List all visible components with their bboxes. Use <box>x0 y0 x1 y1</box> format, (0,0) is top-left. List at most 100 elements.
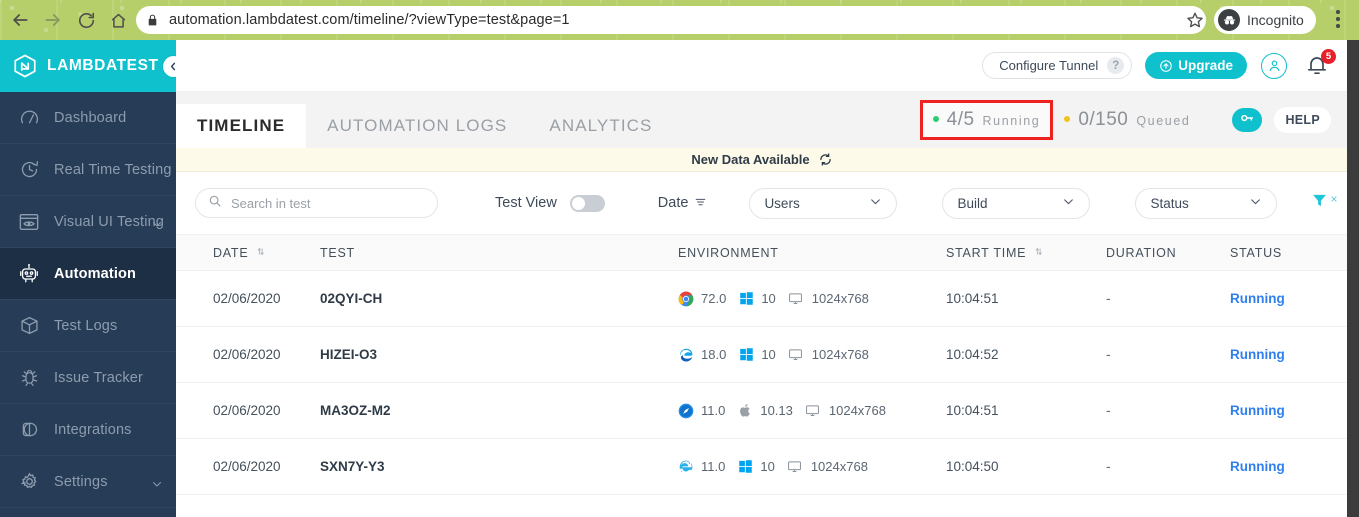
upgrade-button[interactable]: Upgrade <box>1145 52 1247 79</box>
sidebar-item-settings[interactable]: Settings <box>0 456 176 508</box>
date-sort-control[interactable]: Date <box>658 195 708 212</box>
column-header-date[interactable]: DATE <box>176 246 320 260</box>
home-icon[interactable] <box>106 8 130 32</box>
configure-tunnel-button[interactable]: Configure Tunnel ? <box>982 52 1133 79</box>
tab-timeline[interactable]: TIMELINE <box>176 104 307 148</box>
upgrade-label: Upgrade <box>1178 58 1233 73</box>
search-input[interactable] <box>231 195 425 211</box>
speedometer-icon <box>16 105 42 131</box>
url-text: automation.lambdatest.com/timeline/?view… <box>169 12 570 28</box>
clear-filters-x: × <box>1330 192 1338 206</box>
key-icon <box>1239 110 1255 131</box>
help-question-icon[interactable]: ? <box>1107 57 1125 74</box>
cell-status[interactable]: Running <box>1230 291 1340 306</box>
cell-test-name[interactable]: SXN7Y-Y3 <box>320 459 678 474</box>
status-badge-running[interactable]: 4/5 Running <box>919 100 1054 140</box>
cell-status[interactable]: Running <box>1230 403 1340 418</box>
cell-start-time: 10:04:51 <box>946 403 999 418</box>
incognito-label: Incognito <box>1247 12 1304 28</box>
brand-header: LAMBDATEST <box>0 40 184 92</box>
sidebar-item-real-time-testing[interactable]: Real Time Testing <box>0 144 176 196</box>
table-header-row: DATE TEST ENVIRONMENT START TIME DURATIO… <box>176 234 1347 271</box>
chevron-down-icon <box>1062 195 1075 211</box>
funnel-icon <box>1311 192 1328 214</box>
chevron-down-icon[interactable] <box>151 217 163 235</box>
upload-circle-icon <box>1159 59 1173 73</box>
sidebar-item-issue-tracker[interactable]: Issue Tracker <box>0 352 176 404</box>
windows-icon <box>738 291 754 307</box>
queued-count: 0/150 <box>1078 109 1129 130</box>
bug-icon <box>16 365 42 391</box>
cell-environment: 72.0 10 1024x768 <box>678 291 946 307</box>
cell-date: 02/06/2020 <box>213 347 281 362</box>
forward-arrow-icon[interactable] <box>41 8 65 32</box>
status-summary-group: 4/5 Running 0/150 Queued HELP <box>919 92 1331 148</box>
date-label: Date <box>657 195 689 211</box>
cell-date: 02/06/2020 <box>213 291 281 306</box>
tab-automation-logs[interactable]: AUTOMATION LOGS <box>306 104 528 148</box>
chevron-down-icon[interactable] <box>151 477 163 495</box>
sidebar-item-automation[interactable]: Automation <box>0 248 176 300</box>
robot-icon <box>16 261 42 287</box>
queued-dot-icon <box>1064 116 1071 122</box>
cell-duration: - <box>1106 403 1111 418</box>
browser-version: 18.0 <box>701 347 727 362</box>
column-header-start-time[interactable]: START TIME <box>946 246 1106 260</box>
status-filter-select[interactable]: Status <box>1135 187 1278 219</box>
sidebar-item-integrations[interactable]: Integrations <box>0 404 176 456</box>
cell-test-name[interactable]: 02QYI-CH <box>320 291 678 306</box>
incognito-indicator[interactable]: Incognito <box>1214 6 1316 34</box>
edge-icon <box>678 347 694 363</box>
tab-analytics[interactable]: ANALYTICS <box>528 104 673 148</box>
cell-status[interactable]: Running <box>1230 347 1340 362</box>
clear-filters-button[interactable]: × <box>1311 192 1337 214</box>
queued-label: Queued <box>1136 114 1191 128</box>
access-key-button[interactable] <box>1232 108 1263 132</box>
sidebar-label: Test Logs <box>54 317 118 334</box>
table-row[interactable]: 02/06/2020 02QYI-CH 72.0 10 1024x768 10:… <box>176 271 1347 327</box>
brand-name: LAMBDATEST <box>47 57 159 74</box>
users-filter-value: Users <box>764 195 800 211</box>
build-filter-select[interactable]: Build <box>942 187 1091 219</box>
windows-icon <box>737 459 753 475</box>
notifications-button[interactable]: 5 <box>1305 48 1336 79</box>
sidebar-label: Issue Tracker <box>54 369 143 386</box>
help-button[interactable]: HELP <box>1274 107 1331 133</box>
sort-toggle-icon[interactable] <box>1026 246 1044 260</box>
cell-test-name[interactable]: MA3OZ-M2 <box>320 403 678 418</box>
sidebar-item-dashboard[interactable]: Dashboard <box>0 92 176 144</box>
cell-start-time: 10:04:50 <box>946 459 999 474</box>
status-badge-queued[interactable]: 0/150 Queued <box>1054 103 1200 137</box>
sidebar-item-test-logs[interactable]: Test Logs <box>0 300 176 352</box>
monitor-icon <box>788 291 804 307</box>
refresh-icon[interactable] <box>819 153 832 166</box>
sidebar: LAMBDATEST Dashboard Real Time Testing V… <box>0 40 184 517</box>
apple-icon <box>737 403 753 419</box>
kebab-menu-icon[interactable] <box>1336 10 1340 30</box>
users-filter-select[interactable]: Users <box>749 187 898 219</box>
app-topbar: Configure Tunnel ? Upgrade 5 <box>176 40 1347 92</box>
notification-count-badge: 5 <box>1321 48 1336 64</box>
reload-icon[interactable] <box>74 8 98 32</box>
resolution: 1024x768 <box>828 403 887 418</box>
table-row[interactable]: 02/06/2020 SXN7Y-Y3 11.0 10 1024x768 10:… <box>176 439 1347 495</box>
column-label: DATE <box>213 245 249 260</box>
cell-duration: - <box>1106 347 1111 362</box>
sort-toggle-icon[interactable] <box>248 246 266 260</box>
sidebar-item-visual-ui-testing[interactable]: Visual UI Testing <box>0 196 176 248</box>
table-row[interactable]: 02/06/2020 HIZEI-O3 18.0 10 1024x768 10:… <box>176 327 1347 383</box>
cell-test-name[interactable]: HIZEI-O3 <box>320 347 678 362</box>
back-arrow-icon[interactable] <box>8 8 32 32</box>
safari-icon <box>678 403 694 419</box>
user-avatar-icon[interactable] <box>1261 52 1287 79</box>
test-view-toggle[interactable] <box>569 194 605 212</box>
incognito-icon <box>1218 9 1240 31</box>
os-version: 10 <box>760 459 775 474</box>
bookmark-star-icon[interactable] <box>1186 11 1204 29</box>
table-row[interactable]: 02/06/2020 MA3OZ-M2 11.0 10.13 1024x768 … <box>176 383 1347 439</box>
search-box[interactable] <box>195 188 438 218</box>
monitor-icon <box>787 459 803 475</box>
new-data-banner[interactable]: New Data Available <box>176 148 1347 172</box>
cell-status[interactable]: Running <box>1230 459 1340 474</box>
address-bar[interactable]: automation.lambdatest.com/timeline/?view… <box>136 6 1206 34</box>
